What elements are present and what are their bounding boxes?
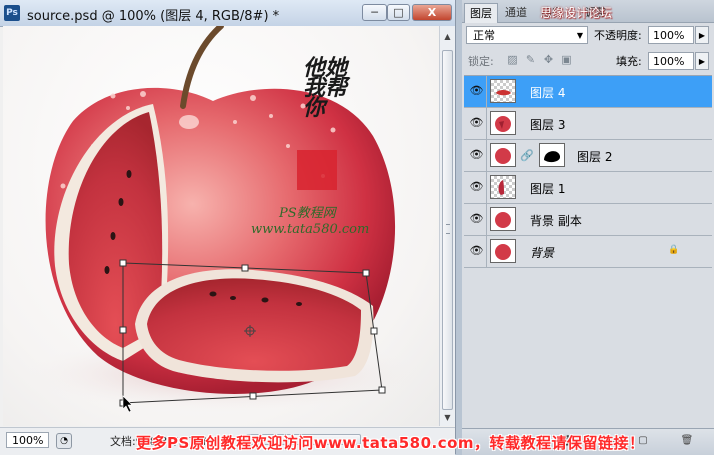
lock-paint-icon[interactable]: ✎ [524, 53, 537, 66]
status-menu-icon[interactable]: ◔ [56, 433, 72, 449]
layer-name: 图层 2 [577, 150, 613, 164]
fill-field[interactable]: 100% [648, 52, 694, 70]
opacity-field[interactable]: 100% [648, 26, 694, 44]
maximize-button[interactable]: □ [387, 4, 410, 21]
layer-row-background-copy[interactable]: 👁 背景 副本 [464, 204, 712, 236]
layer-row-3[interactable]: 👁 图层 3 [464, 108, 712, 140]
bottom-watermark: 更多PS原创教程欢迎访问www.tata580.com，转载教程请保留链接！ [136, 434, 645, 452]
layer-row-4[interactable]: 👁 图层 4 [464, 76, 712, 108]
eye-icon[interactable]: 👁 [469, 149, 484, 161]
layer-name: 图层 1 [530, 182, 566, 196]
vertical-scroll-thumb[interactable] [442, 50, 453, 410]
layer-thumbnail [490, 239, 516, 263]
layer-name: 图层 3 [530, 118, 566, 132]
minimize-button[interactable]: ─ [362, 4, 387, 21]
site-url: www.tata580.com [251, 222, 370, 237]
layer-row-1[interactable]: 👁 图层 1 [464, 172, 712, 204]
lock-transparency-icon[interactable]: ▨ [506, 53, 519, 66]
layer-thumbnail [490, 175, 516, 199]
transform-handle [370, 327, 378, 335]
document-title: source.psd @ 100% (图层 4, RGB/8#) * [27, 9, 280, 24]
eye-icon[interactable]: 👁 [469, 181, 484, 193]
layer-thumbnail [490, 111, 516, 135]
eye-icon[interactable]: 👁 [469, 85, 484, 97]
layer-mask-thumbnail[interactable] [539, 143, 565, 167]
blend-mode-value: 正常 [473, 29, 495, 42]
fill-slider-arrow-icon[interactable]: ▶ [695, 52, 709, 70]
zoom-field[interactable]: 100% [6, 432, 49, 448]
layer-name: 背景 副本 [530, 214, 582, 228]
layers-panel: 图层 通道 路径 调整 正常 ▼ 不透明度: 100% ▶ 锁定: ▨ ✎ ✥ … [462, 0, 714, 455]
layer-row-2[interactable]: 👁 🔗 图层 2 [464, 140, 712, 172]
eye-icon[interactable]: 👁 [469, 117, 484, 129]
blend-row: 正常 ▼ 不透明度: 100% ▶ [466, 24, 710, 46]
seal-stamp [297, 150, 337, 190]
lock-label: 锁定: [468, 55, 494, 68]
fill-label: 填充: [616, 55, 642, 68]
calligraphy-text: 他她我帮你 [303, 55, 348, 121]
mask-link-icon[interactable]: 🔗 [520, 149, 534, 162]
document-window: Ps source.psd @ 100% (图层 4, RGB/8#) * ─ … [0, 0, 456, 455]
tab-channels[interactable]: 通道 [500, 3, 532, 22]
layer-thumbnail [490, 207, 516, 231]
transform-handle [378, 386, 386, 394]
chevron-down-icon: ▼ [576, 31, 583, 40]
lock-row: 锁定: ▨ ✎ ✥ ▣ 填充: 100% ▶ [466, 50, 710, 72]
blend-mode-select[interactable]: 正常 ▼ [466, 26, 588, 44]
site-label: PS教程网 [279, 206, 336, 221]
lock-all-icon[interactable]: ▣ [560, 53, 573, 66]
document-titlebar[interactable]: Ps source.psd @ 100% (图层 4, RGB/8#) * ─ … [0, 0, 455, 27]
photoshop-logo-icon: Ps [4, 5, 20, 21]
opacity-slider-arrow-icon[interactable]: ▶ [695, 26, 709, 44]
transform-handle [119, 326, 127, 334]
opacity-label: 不透明度: [594, 29, 642, 42]
scroll-up-icon[interactable]: ▲ [440, 29, 455, 44]
transform-handle [249, 392, 257, 400]
canvas-artwork [23, 26, 423, 413]
delete-layer-icon[interactable]: 🗑 [680, 434, 694, 448]
layer-thumbnail [490, 143, 516, 167]
layers-list: 👁 图层 4 👁 图层 3 👁 🔗 图层 2 👁 图层 1 👁 背景 副本 👁 … [464, 75, 712, 268]
lock-move-icon[interactable]: ✥ [542, 53, 555, 66]
eye-icon[interactable]: 👁 [469, 213, 484, 225]
transform-handle [241, 264, 249, 272]
image-canvas[interactable]: 他她我帮你 PS教程网 www.tata580.com [3, 26, 439, 426]
top-watermark: 思缘设计论坛 [540, 6, 613, 20]
eye-icon[interactable]: 👁 [469, 245, 484, 257]
transform-handle [362, 269, 370, 277]
tab-layers[interactable]: 图层 [464, 3, 498, 23]
layer-row-background[interactable]: 👁 背景 🔒 [464, 236, 712, 268]
vertical-scrollbar[interactable]: ▲ ▼ [439, 26, 455, 426]
lock-icon: 🔒 [668, 245, 680, 255]
layer-name: 图层 4 [530, 86, 566, 100]
layer-name: 背景 [530, 246, 555, 260]
close-button[interactable]: X [412, 4, 452, 21]
scroll-down-icon[interactable]: ▼ [440, 410, 455, 425]
transform-handle [119, 259, 127, 267]
layer-thumbnail [490, 79, 516, 103]
